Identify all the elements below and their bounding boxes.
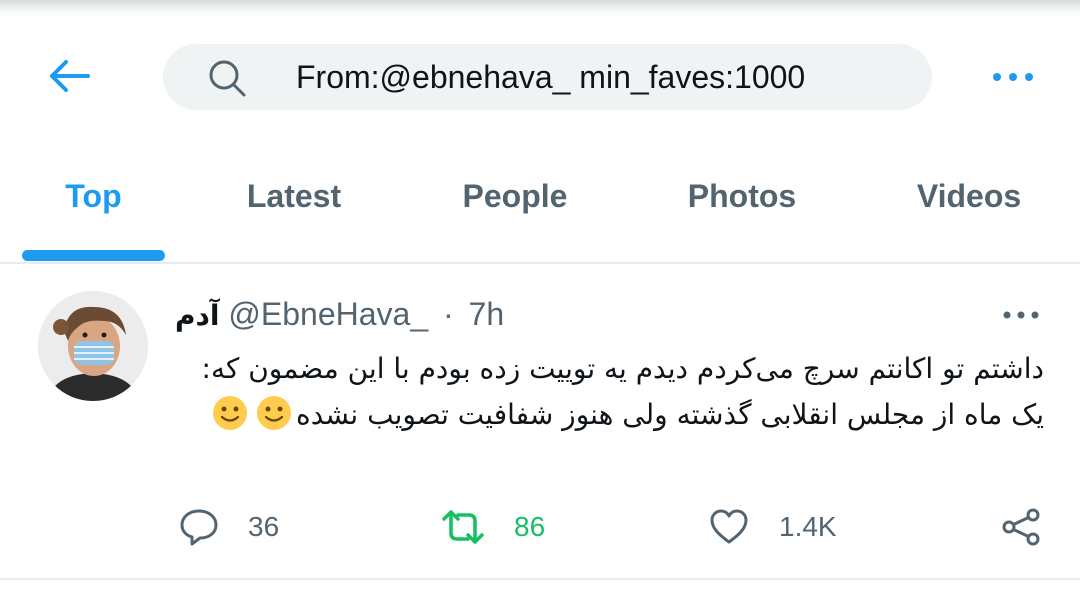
- search-tabs: Top Latest People Photos Videos: [0, 150, 1080, 262]
- meta-separator: ·: [443, 296, 454, 332]
- search-query-text: From:@ebnehava_ min_faves:1000: [296, 59, 806, 95]
- more-options-button[interactable]: [990, 64, 1036, 90]
- slightly-smiling-face-emoji: [213, 396, 248, 430]
- search-header: From:@ebnehava_ min_faves:1000: [0, 18, 1080, 136]
- share-button[interactable]: [1000, 502, 1044, 552]
- reply-icon: [180, 509, 218, 546]
- tweet-text: داشتم تو اکانتم سرچ می‌کردم دیدم یه تویی…: [180, 346, 1044, 438]
- avatar[interactable]: [38, 291, 148, 401]
- retweet-icon: [442, 510, 484, 544]
- handle[interactable]: @EbneHava_: [228, 296, 428, 332]
- search-input[interactable]: From:@ebnehava_ min_faves:1000: [163, 44, 932, 110]
- share-icon: [1002, 508, 1040, 546]
- like-button[interactable]: 1.4K: [708, 502, 848, 552]
- tab-photos[interactable]: Photos: [660, 150, 824, 246]
- tweet-actions: 36 86 1.4K: [0, 502, 1080, 552]
- tab-people[interactable]: People: [430, 150, 600, 246]
- arrow-left-icon: [50, 60, 90, 92]
- slightly-smiling-face-emoji: [257, 396, 292, 430]
- tweet[interactable]: آدم @EbneHava_ · 7h داشتم تو اکانتم سرچ …: [0, 264, 1080, 578]
- tweet-text-content: داشتم تو اکانتم سرچ می‌کردم دیدم یه تویی…: [201, 352, 1044, 431]
- tweet-divider: [0, 578, 1080, 580]
- like-count: 1.4K: [779, 511, 837, 542]
- tab-videos[interactable]: Videos: [890, 150, 1048, 246]
- status-shadow: [0, 0, 1080, 18]
- retweet-count: 86: [514, 511, 546, 542]
- display-name[interactable]: آدم: [175, 299, 220, 332]
- timestamp[interactable]: 7h: [469, 296, 505, 332]
- active-tab-indicator: [22, 250, 165, 261]
- tab-latest[interactable]: Latest: [214, 150, 374, 246]
- more-horizontal-icon: [1003, 311, 1039, 319]
- heart-icon: [710, 509, 748, 544]
- back-button[interactable]: [44, 56, 96, 96]
- tweet-more-button[interactable]: [1000, 304, 1042, 326]
- reply-button[interactable]: 36: [178, 502, 298, 552]
- tweet-header: آدم @EbneHava_ · 7h: [175, 292, 504, 336]
- search-icon: [209, 60, 246, 97]
- tab-top[interactable]: Top: [22, 150, 165, 246]
- retweet-button[interactable]: 86: [440, 502, 570, 552]
- more-horizontal-icon: [993, 73, 1033, 81]
- reply-count: 36: [248, 511, 280, 542]
